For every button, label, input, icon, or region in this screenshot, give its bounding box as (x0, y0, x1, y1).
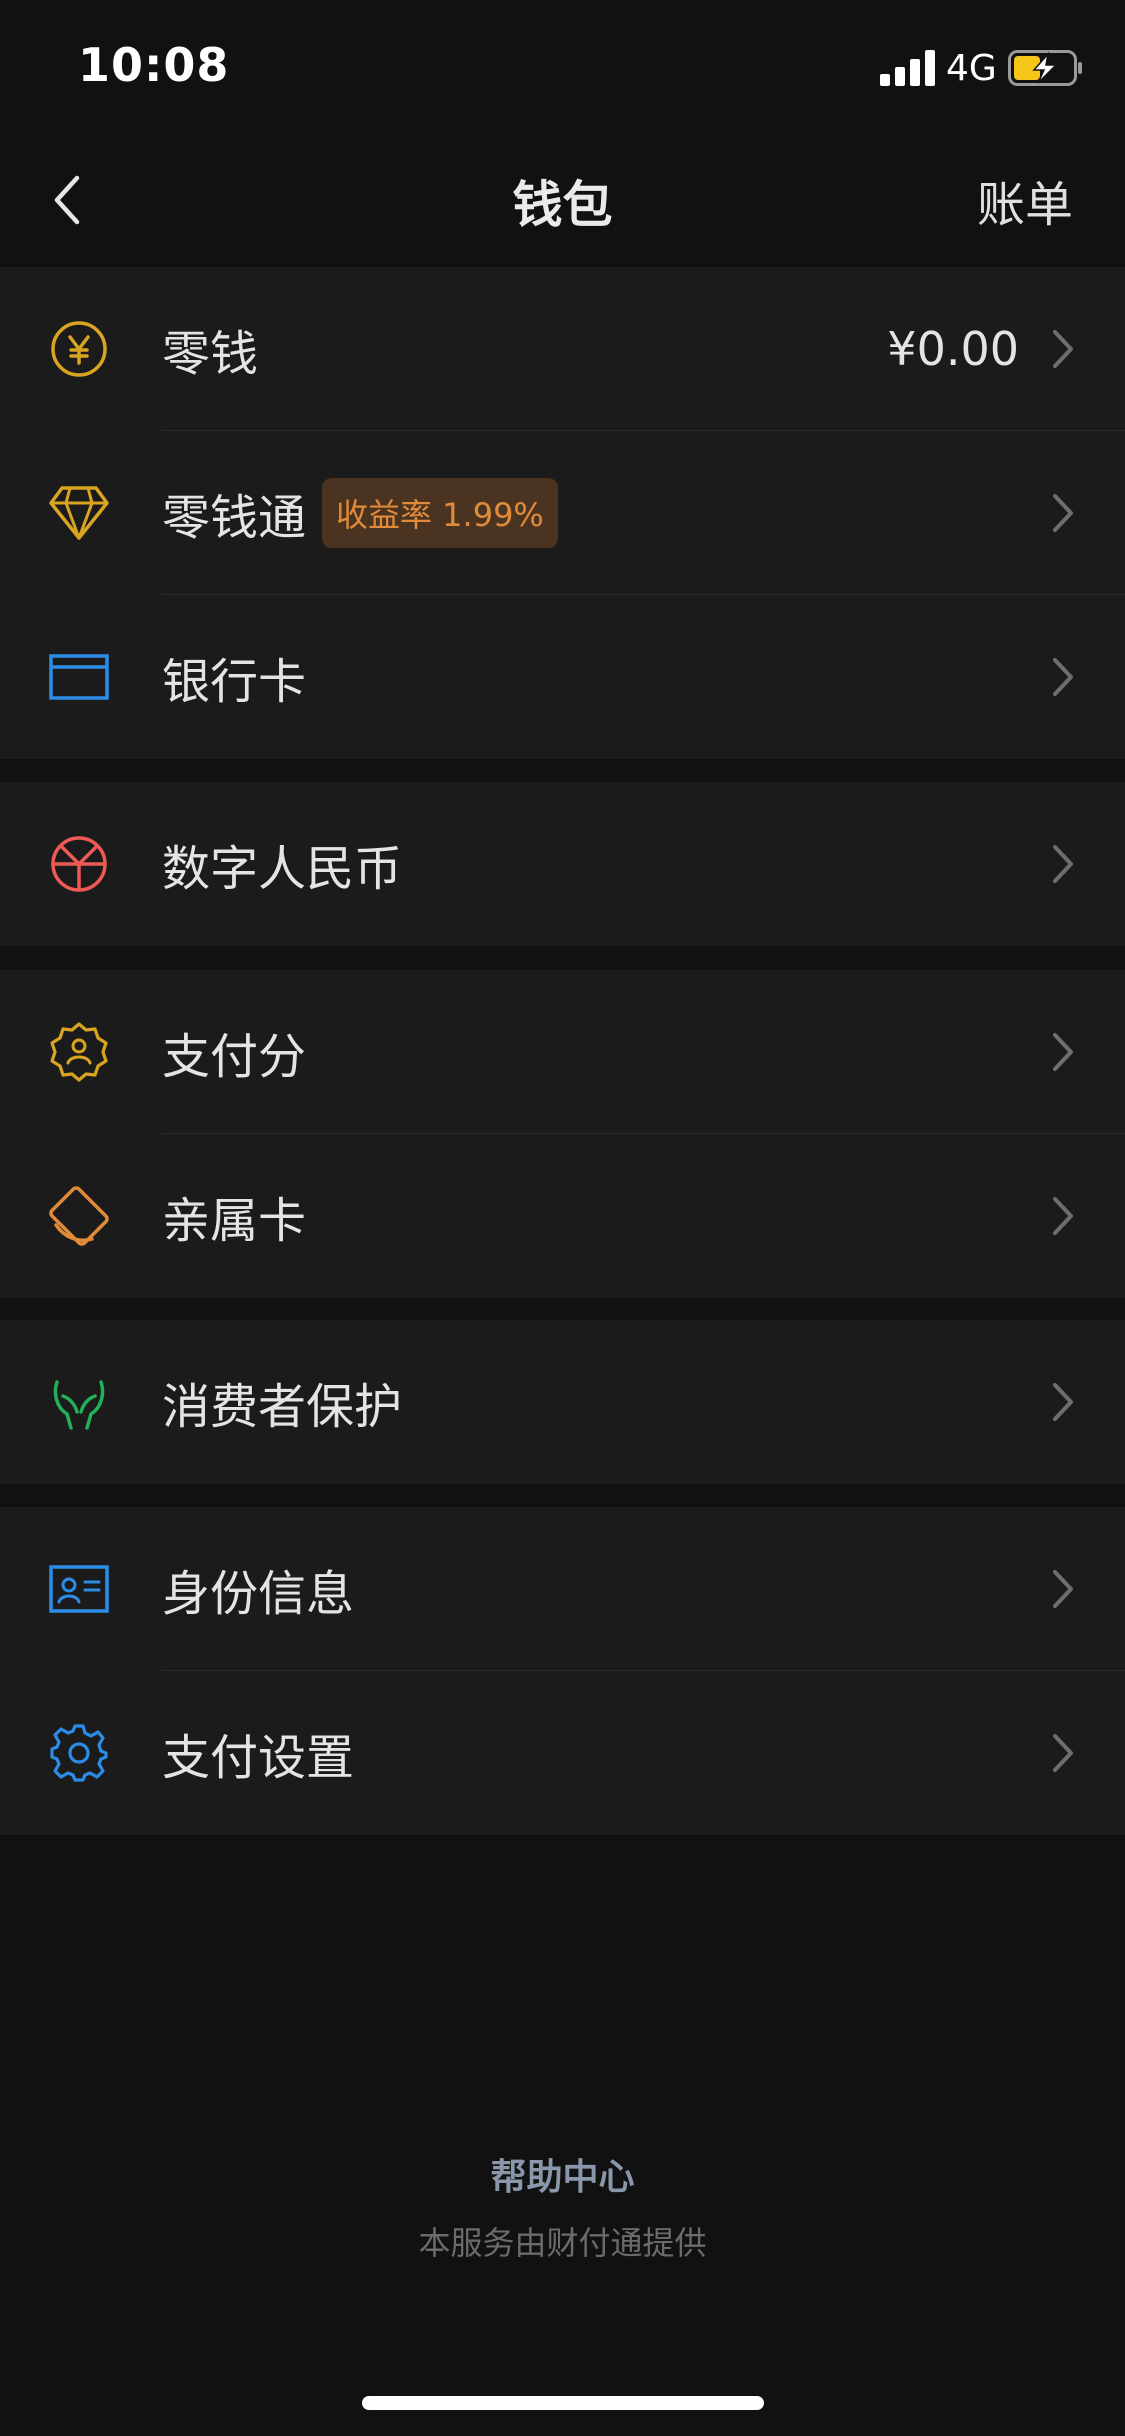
list-item-label: 数字人民币 (162, 841, 403, 897)
digital-rmb-icon (48, 833, 110, 895)
list-item-bank-card[interactable]: 银行卡 (0, 595, 1125, 759)
pay-score-badge-icon (48, 1021, 110, 1083)
list-item-label: 亲属卡 (162, 1193, 307, 1249)
wallet-group-settings: 身份信息 支付设置 (0, 1507, 1125, 1835)
list-item-identity-info[interactable]: 身份信息 (0, 1507, 1125, 1671)
chevron-right-icon (1053, 845, 1073, 883)
list-item-label: 消费者保护 (162, 1379, 403, 1435)
list-item-consumer-protection[interactable]: 消费者保护 (0, 1320, 1125, 1484)
wallet-group-services: 支付分 亲属卡 (0, 970, 1125, 1298)
family-card-icon (48, 1185, 110, 1247)
network-type: 4G (946, 48, 997, 89)
yuan-coin-icon (48, 318, 110, 380)
wallet-group-protection: 消费者保护 (0, 1320, 1125, 1484)
help-center-link[interactable]: 帮助中心 (0, 2148, 1125, 2200)
list-item-label: 零钱通 (162, 490, 307, 546)
page-title: 钱包 (512, 176, 613, 234)
status-time: 10:08 (78, 38, 230, 92)
list-item-pay-score[interactable]: 支付分 (0, 970, 1125, 1134)
signal-icon (880, 50, 935, 86)
list-item-lingqiantong[interactable]: 零钱通 收益率 1.99% (0, 431, 1125, 595)
home-indicator[interactable] (362, 2396, 764, 2410)
wallet-group-balance: 零钱 ¥0.00 零钱通 收益率 1.99% 银行卡 (0, 267, 1125, 759)
protect-hands-icon (48, 1371, 110, 1433)
battery-charging-icon (1008, 50, 1082, 86)
id-card-icon (48, 1558, 110, 1620)
chevron-right-icon (1053, 1734, 1073, 1772)
chevron-right-icon (1053, 330, 1073, 368)
bank-card-icon (48, 646, 110, 708)
balance-amount: ¥0.00 (887, 322, 1019, 376)
wallet-group-digital-rmb: 数字人民币 (0, 782, 1125, 946)
chevron-right-icon (1053, 494, 1073, 532)
status-bar: 10:08 4G (0, 0, 1125, 135)
service-provider-note: 本服务由财付通提供 (418, 2224, 707, 2262)
yield-rate-badge: 收益率 1.99% (322, 478, 558, 548)
diamond-icon (48, 482, 110, 544)
navigation-bar: 钱包 账单 (0, 135, 1125, 265)
chevron-right-icon (1053, 1197, 1073, 1235)
list-item-label: 支付分 (162, 1029, 307, 1085)
list-item-label: 零钱 (162, 326, 259, 382)
list-item-digital-rmb[interactable]: 数字人民币 (0, 782, 1125, 946)
chevron-right-icon (1053, 1033, 1073, 1071)
list-item-balance[interactable]: 零钱 ¥0.00 (0, 267, 1125, 431)
list-item-family-card[interactable]: 亲属卡 (0, 1134, 1125, 1298)
bill-button[interactable]: 账单 (977, 165, 1073, 235)
list-item-payment-settings[interactable]: 支付设置 (0, 1671, 1125, 1835)
gear-icon (48, 1722, 110, 1784)
list-item-label: 身份信息 (162, 1566, 355, 1622)
chevron-right-icon (1053, 1383, 1073, 1421)
list-item-label: 银行卡 (162, 654, 307, 710)
chevron-right-icon (1053, 1570, 1073, 1608)
chevron-right-icon (1053, 658, 1073, 696)
list-item-label: 支付设置 (162, 1730, 355, 1786)
